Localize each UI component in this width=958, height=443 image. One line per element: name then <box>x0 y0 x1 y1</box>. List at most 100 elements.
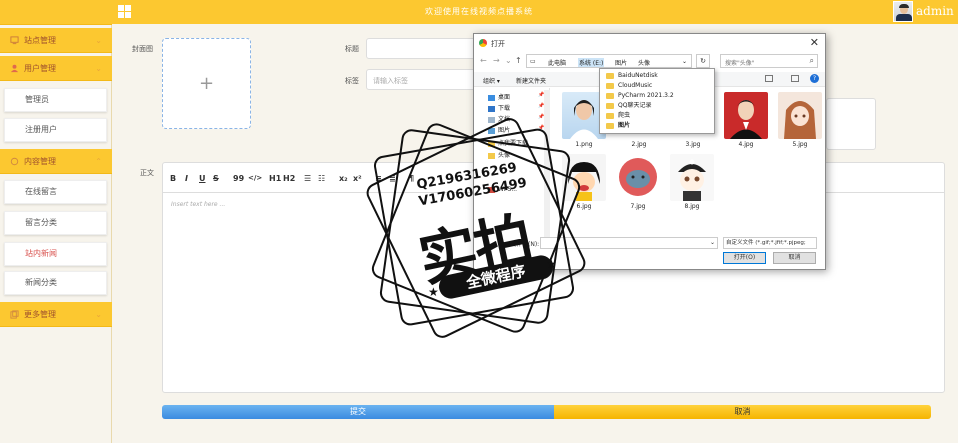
bold-button[interactable]: B <box>170 174 176 183</box>
tags-input[interactable]: 请输入标签 <box>366 69 476 90</box>
file-name[interactable]: 7.jpg <box>612 203 664 210</box>
dropdown-item[interactable]: CloudMusic <box>604 81 714 91</box>
superscript-button[interactable]: x² <box>353 174 362 183</box>
file-thumb-4[interactable] <box>724 92 768 139</box>
textarea-partial[interactable] <box>826 98 876 150</box>
address-bar[interactable]: ▭ 此电脑 系统 (E:) 图片 头像 ⌄ <box>526 54 692 68</box>
sidebar-item-site-mgmt[interactable]: 站点管理 ⌄ <box>0 28 112 53</box>
organize-button[interactable]: 组织 ▾ <box>483 76 500 85</box>
sidebar-item-more-mgmt[interactable]: 更多管理 ⌄ <box>0 302 112 327</box>
file-name[interactable]: 3.jpg <box>667 141 719 148</box>
nav-item-downloads[interactable]: 下载 <box>488 103 510 112</box>
close-icon[interactable]: ✕ <box>810 36 819 49</box>
chevron-down-icon[interactable]: ⌄ <box>710 239 715 246</box>
code-button[interactable]: </> <box>248 174 262 182</box>
file-name[interactable]: 2.jpg <box>613 141 665 148</box>
forward-arrow-icon[interactable]: → <box>493 56 500 65</box>
folder-icon <box>488 152 495 159</box>
back-arrow-icon[interactable]: ← <box>480 56 487 65</box>
navigation-pane: 桌面 下载 文档 图片 点我要下载 头像 WPS... 📌 📌 📌 📌 <box>474 88 550 234</box>
chevron-down-icon[interactable]: ⌄ <box>505 56 512 65</box>
subscript-button[interactable]: x₂ <box>339 174 348 183</box>
up-arrow-icon[interactable]: ↑ <box>515 56 522 65</box>
file-thumb-5[interactable] <box>778 92 822 139</box>
outdent-icon[interactable]: ≣ <box>389 174 396 183</box>
file-thumb-8[interactable] <box>670 154 714 201</box>
avatar[interactable] <box>893 1 913 22</box>
chevron-down-icon: ⌄ <box>95 64 102 73</box>
cover-upload[interactable]: + <box>162 38 251 129</box>
admin-username[interactable]: admin <box>916 4 954 18</box>
view-icon[interactable] <box>765 75 773 82</box>
help-icon[interactable]: ? <box>810 74 819 83</box>
strike-button[interactable]: S <box>213 174 219 183</box>
dropdown-item[interactable]: BaiduNetdisk <box>604 71 714 81</box>
editor-placeholder: Insert text here ... <box>171 201 226 208</box>
filename-input[interactable]: ⌄ <box>540 237 718 249</box>
h1-button[interactable]: H1 <box>269 174 281 183</box>
sidebar-subitem-news-categories[interactable]: 新闻分类 <box>4 271 107 295</box>
file-name[interactable]: 4.jpg <box>720 141 772 148</box>
dialog-cancel-button[interactable]: 取消 <box>773 252 816 264</box>
sidebar-item-label: 内容管理 <box>24 157 56 166</box>
dropdown-item[interactable]: PyCharm 2021.3.2 <box>604 91 714 101</box>
breadcrumb-this-pc[interactable]: 此电脑 <box>548 58 566 67</box>
sidebar-subitem-messages[interactable]: 在线留言 <box>4 180 107 204</box>
file-name[interactable]: 5.jpg <box>774 141 826 148</box>
tags-placeholder: 请输入标签 <box>373 77 408 85</box>
filename-label: 文件名(N): <box>510 241 540 248</box>
sidebar-item-content-mgmt[interactable]: 内容管理 ⌃ <box>0 149 112 174</box>
folder-icon <box>606 93 614 99</box>
file-name[interactable]: 6.jpg <box>558 203 610 210</box>
chevron-down-icon: ⌄ <box>95 36 102 45</box>
file-name[interactable]: 8.jpg <box>666 203 718 210</box>
dialog-titlebar: 打开 ✕ <box>474 34 825 52</box>
file-type-select[interactable]: 自定义文件 (*.gif;*.jfif;*.pjpeg; <box>723 237 817 249</box>
search-placeholder: 搜索"头像" <box>725 60 755 67</box>
h2-button[interactable]: H2 <box>283 174 295 183</box>
italic-button[interactable]: I <box>185 174 188 183</box>
folder-icon <box>606 103 614 109</box>
nav-item-wps[interactable]: WPS... <box>488 186 517 193</box>
breadcrumb-drive-e[interactable]: 系统 (E:) <box>578 58 605 67</box>
search-input[interactable]: 搜索"头像" ⌕ <box>720 54 818 68</box>
nav-scrollbar[interactable] <box>544 90 550 240</box>
file-thumb-6[interactable] <box>562 154 606 201</box>
file-name[interactable]: 1.png <box>558 141 610 148</box>
sidebar-subitem-admin[interactable]: 管理员 <box>4 88 107 112</box>
desktop-icon <box>488 94 495 101</box>
new-folder-button[interactable]: 新建文件夹 <box>516 76 546 85</box>
submit-button[interactable]: 提交 <box>162 405 554 419</box>
indent-icon[interactable]: ≡ <box>375 174 382 183</box>
underline-button[interactable]: U <box>199 174 206 183</box>
nav-item-documents[interactable]: 文档 <box>488 114 510 123</box>
sidebar-item-user-mgmt[interactable]: 用户管理 ⌄ <box>0 56 112 81</box>
title-input[interactable] <box>366 38 476 59</box>
preview-pane-icon[interactable] <box>791 75 799 82</box>
nav-item-avatars[interactable]: 头像 <box>488 150 510 159</box>
sidebar-subitem-message-categories[interactable]: 留言分类 <box>4 211 107 235</box>
breadcrumb-avatars[interactable]: 头像 <box>638 58 650 67</box>
refresh-icon[interactable]: ↻ <box>696 54 710 68</box>
dropdown-item[interactable]: QQ聊天记录 <box>604 101 714 111</box>
direction-icon[interactable]: ¶ <box>409 174 414 183</box>
system-title: 欢迎使用在线视频点播系统 <box>425 7 533 16</box>
nav-item-downloads-folder[interactable]: 点我要下载 <box>488 138 528 147</box>
copy-icon <box>10 310 19 319</box>
chevron-down-icon[interactable]: ⌄ <box>682 58 687 65</box>
dropdown-item[interactable]: 爬虫 <box>604 111 714 121</box>
nav-item-desktop[interactable]: 桌面 <box>488 92 510 101</box>
bullet-list-icon[interactable]: ☷ <box>318 174 325 183</box>
sidebar-subitem-users[interactable]: 注册用户 <box>4 118 107 142</box>
nav-item-pictures[interactable]: 图片 <box>488 125 510 134</box>
sidebar-subitem-news[interactable]: 站内新闻 <box>4 242 107 266</box>
file-thumb-7[interactable] <box>616 154 660 201</box>
dropdown-item[interactable]: 图片 <box>604 121 714 131</box>
top-bar: 欢迎使用在线视频点播系统 admin <box>0 0 958 24</box>
open-button[interactable]: 打开(O) <box>723 252 766 264</box>
ordered-list-icon[interactable]: ☰ <box>304 174 311 183</box>
cancel-button[interactable]: 取消 <box>554 405 931 419</box>
folder-icon: ▭ <box>530 58 536 65</box>
quote-button[interactable]: 99 <box>233 174 244 183</box>
breadcrumb-pictures[interactable]: 图片 <box>615 58 627 67</box>
